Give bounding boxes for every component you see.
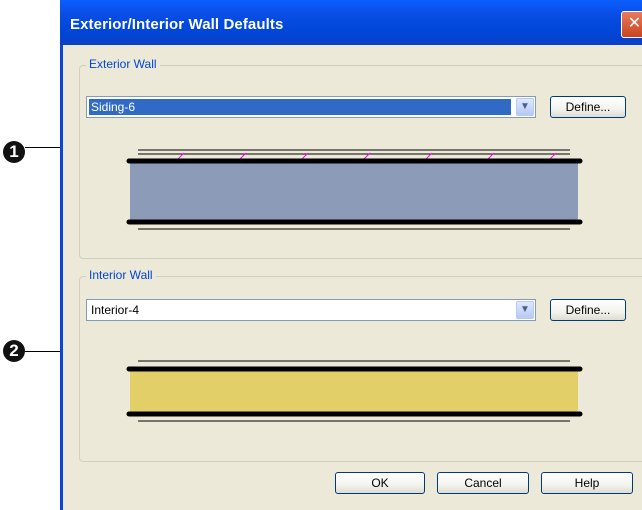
- dialog-client-area: Exterior Wall Siding-6 ▼ Define... Inter…: [63, 45, 642, 510]
- close-button[interactable]: ✕: [621, 11, 642, 38]
- interior-wall-core: [130, 369, 578, 413]
- interior-wall-preview: [126, 360, 583, 422]
- help-button[interactable]: Help: [541, 472, 633, 494]
- callout-2: 2: [3, 340, 25, 362]
- exterior-wall-preview: [126, 149, 583, 230]
- interior-wall-group: Interior Wall Interior-4 ▼ Define...: [79, 268, 642, 462]
- close-icon: ✕: [627, 15, 642, 32]
- cancel-button[interactable]: Cancel: [437, 472, 529, 494]
- exterior-wall-core: [130, 161, 578, 222]
- dialog-title: Exterior/Interior Wall Defaults: [70, 16, 284, 33]
- exterior-wall-group: Exterior Wall Siding-6 ▼ Define...: [79, 57, 642, 259]
- title-bar[interactable]: Exterior/Interior Wall Defaults ✕: [60, 0, 642, 45]
- callout-1: 1: [3, 141, 25, 163]
- wall-defaults-dialog: Exterior/Interior Wall Defaults ✕ Exteri…: [60, 0, 642, 510]
- ok-button[interactable]: OK: [335, 472, 425, 494]
